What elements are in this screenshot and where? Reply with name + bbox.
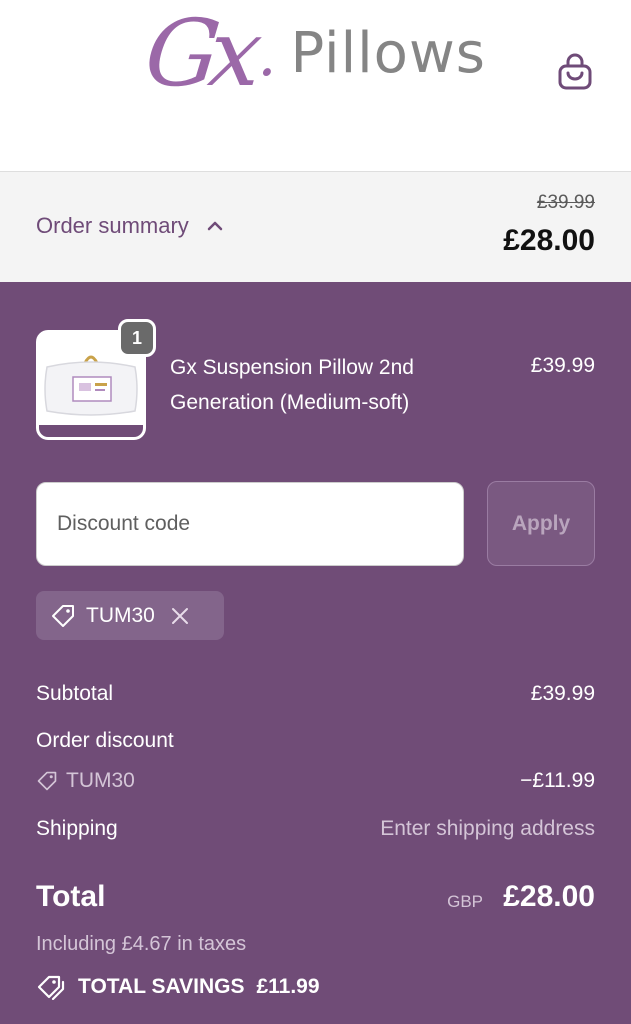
order-discount-code-text: TUM30 <box>66 769 135 792</box>
total-label: Total <box>36 880 106 913</box>
tag-icon <box>52 604 74 627</box>
shopping-bag-icon <box>558 53 592 90</box>
applied-discount-chip: TUM30 <box>36 591 224 640</box>
order-discount-code: TUM30 <box>36 769 135 793</box>
tags-icon <box>37 975 65 1000</box>
order-summary-panel: 1 Gx Suspension Pillow 2nd Generation (M… <box>0 282 631 1024</box>
close-icon <box>171 607 188 624</box>
order-discount-value: −£11.99 <box>520 769 595 792</box>
taxes-note: Including £4.67 in taxes <box>36 933 247 955</box>
order-summary-toggle[interactable]: Order summary <box>36 213 223 239</box>
shipping-label: Shipping <box>36 817 118 840</box>
subtotal-label: Subtotal <box>36 682 114 705</box>
applied-discount-code: TUM30 <box>86 603 155 627</box>
discount-code-input[interactable] <box>36 482 464 566</box>
logo-dot: . <box>257 20 277 90</box>
product-name: Gx Suspension Pillow 2nd Generation (Med… <box>170 356 414 414</box>
logo-wordmark: Pillows <box>290 21 486 86</box>
cart-button[interactable] <box>556 52 594 92</box>
total-value: £28.00 <box>503 880 595 913</box>
apply-discount-button[interactable]: Apply <box>487 481 595 566</box>
order-summary-label: Order summary <box>36 213 189 238</box>
total-savings-value: £11.99 <box>256 975 320 998</box>
summary-total: £28.00 <box>503 224 595 257</box>
tag-icon <box>37 771 57 791</box>
order-discount-label: Order discount <box>36 729 174 752</box>
product-price: £39.99 <box>530 354 595 377</box>
logo-mark: Gx <box>140 0 258 107</box>
quantity-badge: 1 <box>118 319 156 357</box>
remove-discount-button[interactable] <box>171 607 189 625</box>
total-savings: TOTAL SAVINGS £11.99 <box>36 974 320 1000</box>
store-header: Gx . Pillows <box>0 0 631 172</box>
total-currency: GBP <box>447 892 483 911</box>
total-savings-label: TOTAL SAVINGS <box>78 975 245 998</box>
subtotal-value: £39.99 <box>530 682 595 705</box>
chevron-up-icon <box>207 221 223 231</box>
original-price: £39.99 <box>536 192 595 213</box>
shipping-value: Enter shipping address <box>380 817 595 840</box>
store-logo[interactable]: Gx . Pillows <box>140 0 486 107</box>
